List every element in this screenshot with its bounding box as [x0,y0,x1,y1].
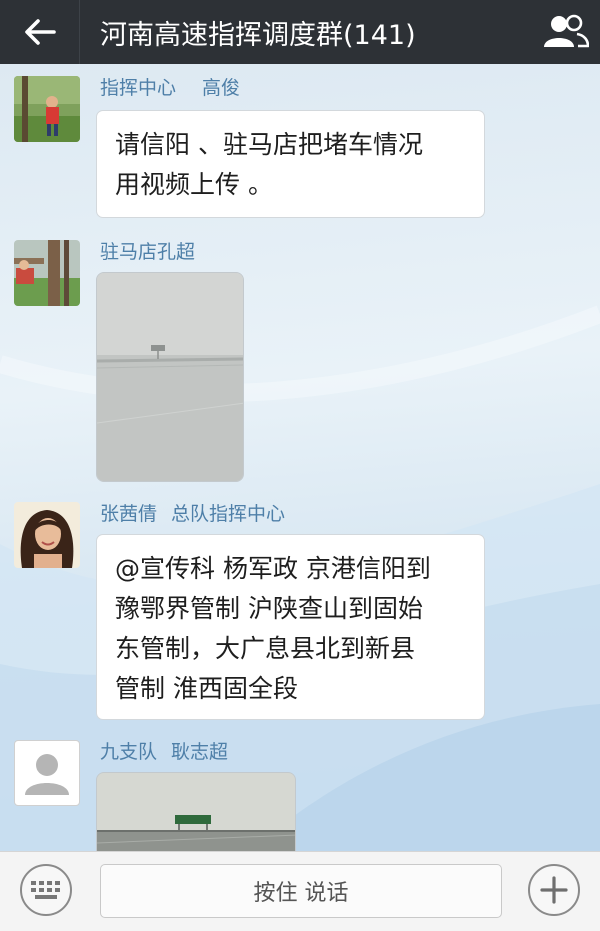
group-members-button[interactable] [532,0,600,64]
avatar[interactable] [14,76,80,142]
plus-icon [540,876,568,904]
avatar-image [14,76,80,142]
hold-to-talk-button[interactable]: 按住 说话 [100,864,502,918]
avatar[interactable] [14,502,80,568]
title-bar: 河南高速指挥调度群(141) [0,0,600,64]
sender-name: 指挥中心 高俊 [100,77,241,99]
sender-name: 九支队 耿志超 [100,741,229,763]
image-message[interactable] [96,272,244,482]
text-bubble[interactable]: @宣传科 杨军政 京港信阳到 豫鄂界管制 沪陕查山到固始 东管制，大广息县北到新… [96,534,485,720]
group-members-icon [544,14,589,48]
chat-screen: 河南高速指挥调度群(141) 指挥中心 高俊 请信阳 、驻马店把堵车情况 用视频… [0,0,600,931]
keyboard-icon [31,881,60,899]
snowy-highway-photo [97,273,243,481]
arrow-left-icon [24,19,56,45]
sender-name: 张茜倩 总队指挥中心 [100,503,286,525]
avatar-image [14,502,80,568]
foggy-expressway-photo [97,773,295,851]
user-placeholder-icon [25,754,69,795]
sender-name: 驻马店孔超 [100,241,196,263]
avatar[interactable] [14,240,80,306]
avatar-image [14,240,80,306]
image-message[interactable] [96,772,296,851]
group-title: 河南高速指挥调度群(141) [100,19,416,51]
default-avatar[interactable] [14,740,80,806]
text-bubble[interactable]: 请信阳 、驻马店把堵车情况 用视频上传 。 [96,110,485,218]
keyboard-toggle-button[interactable] [20,864,72,916]
message-list[interactable]: 指挥中心 高俊 请信阳 、驻马店把堵车情况 用视频上传 。 驻马店孔超 张茜倩 … [0,64,600,851]
more-options-button[interactable] [528,864,580,916]
input-bar: 按住 说话 [0,851,600,931]
back-button[interactable] [0,0,80,64]
